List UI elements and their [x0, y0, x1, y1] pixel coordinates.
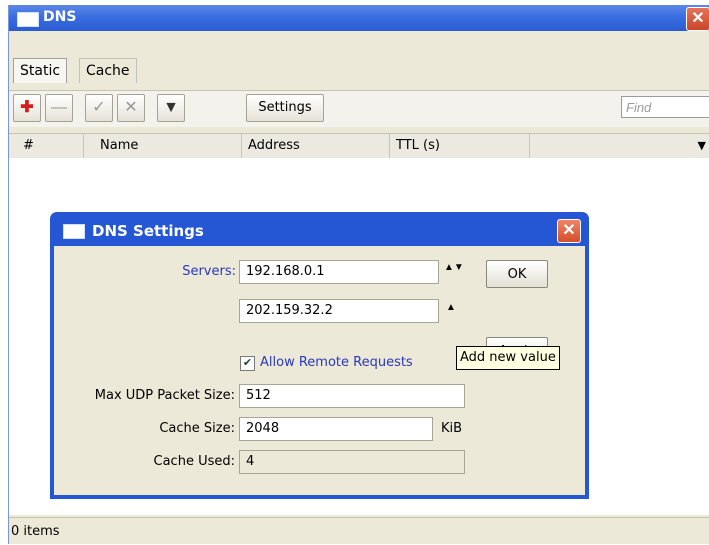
cache-size-field[interactable]: 2048	[239, 417, 433, 441]
servers-label: Servers:	[182, 264, 236, 279]
server-1-field[interactable]: 192.168.0.1	[239, 260, 439, 284]
dialog-icon	[63, 224, 85, 239]
cache-used-label: Cache Used:	[153, 454, 235, 469]
tab-cache[interactable]: Cache	[79, 58, 137, 83]
ok-button[interactable]: OK	[486, 260, 548, 288]
dialog-body: Servers: 192.168.0.1 ▲▼ 202.159.32.2 ▲ O…	[54, 246, 585, 495]
dns-settings-dialog: DNS Settings ✕ Servers: 192.168.0.1 ▲▼ 2…	[50, 212, 589, 499]
spinner-icon[interactable]: ▲	[444, 303, 458, 321]
col-address[interactable]: Address	[241, 134, 391, 158]
dialog-title: DNS Settings	[92, 222, 204, 240]
status-bar: 0 items	[9, 517, 709, 544]
add-value-tooltip: Add new value	[456, 346, 560, 370]
title-bar: DNS ✕	[9, 5, 709, 31]
toolbar: ✚ — ✓ ✕ ▼ Settings Find	[9, 90, 709, 127]
spinner-icon[interactable]: ▲▼	[444, 263, 464, 281]
allow-remote-label[interactable]: Allow Remote Requests	[260, 355, 413, 370]
column-menu-icon[interactable]: ▼	[698, 134, 706, 158]
disable-icon[interactable]: ✕	[117, 94, 145, 122]
cache-size-label: Cache Size:	[159, 421, 235, 436]
enable-icon[interactable]: ✓	[85, 94, 113, 122]
filter-icon[interactable]: ▼	[157, 94, 185, 122]
window-title: DNS	[43, 9, 77, 25]
tab-static[interactable]: Static	[13, 58, 68, 83]
server-2-field[interactable]: 202.159.32.2	[239, 299, 439, 323]
settings-button[interactable]: Settings	[246, 94, 324, 122]
add-icon[interactable]: ✚	[13, 94, 41, 122]
col-ttl[interactable]: TTL (s)	[389, 134, 529, 158]
col-extra: ▼	[529, 134, 709, 158]
allow-remote-checkbox[interactable]: ✔	[240, 356, 255, 371]
col-name[interactable]: Name	[83, 134, 233, 158]
cache-used-field: 4	[239, 450, 465, 474]
max-udp-label: Max UDP Packet Size:	[94, 388, 235, 403]
column-header: # Name Address TTL (s) ▼	[9, 133, 709, 159]
max-udp-field[interactable]: 512	[239, 384, 465, 408]
remove-icon[interactable]: —	[45, 94, 73, 122]
close-button[interactable]: ✕	[686, 7, 709, 31]
col-hash[interactable]: #	[9, 134, 59, 158]
dialog-close-button[interactable]: ✕	[557, 219, 581, 243]
window-icon	[17, 12, 39, 27]
find-input[interactable]: Find	[621, 96, 709, 118]
cache-size-unit: KiB	[441, 421, 463, 436]
tab-strip: Static Cache	[9, 31, 709, 83]
